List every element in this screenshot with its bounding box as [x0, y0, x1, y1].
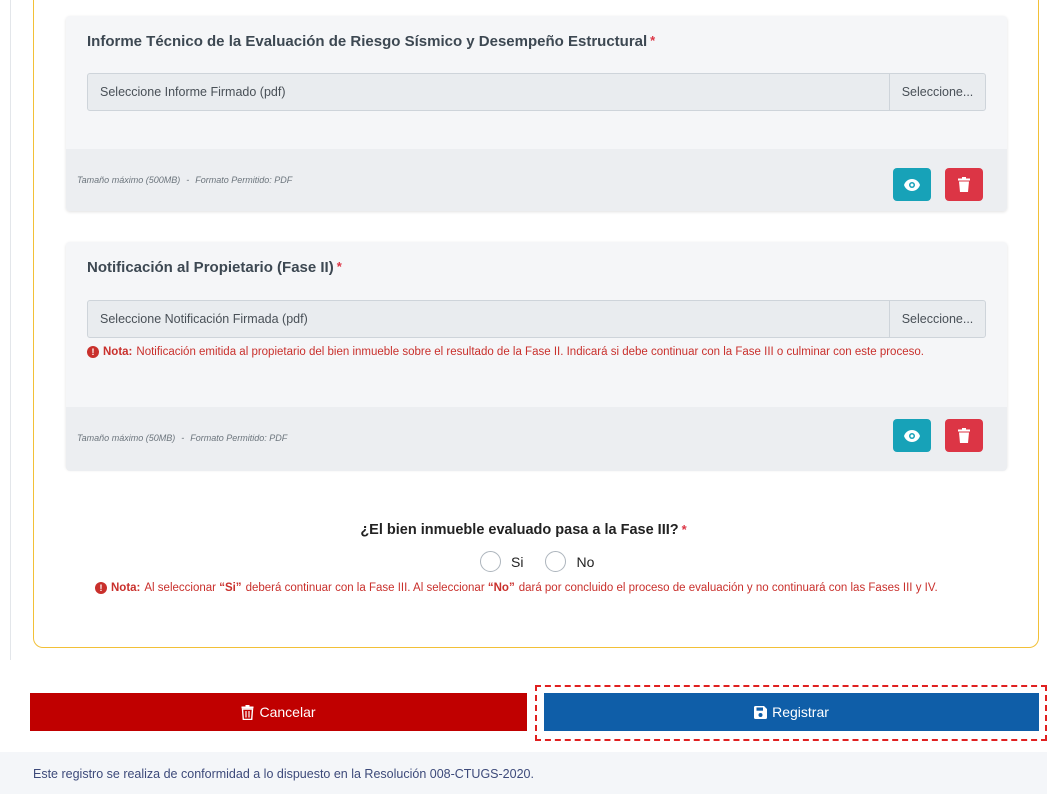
footer-bar: Este registro se realiza de conformidad … [0, 752, 1047, 794]
note-label: Nota: [103, 346, 133, 358]
eye-icon [904, 429, 920, 442]
notification-format: Formato Permitido: PDF [190, 433, 288, 443]
note-si: “Si” [219, 582, 242, 594]
report-upload-card: Informe Técnico de la Evaluación de Ries… [66, 16, 1007, 211]
notification-note: ! Nota: Notificación emitida al propietari… [87, 346, 924, 358]
notification-card-title-text: Notificación al Propietario (Fase II) [87, 259, 334, 276]
required-mark: * [650, 33, 656, 48]
phase-question: ¿El bien inmueble evaluado pasa a la Fas… [0, 522, 1047, 538]
notification-upload-card: Notificación al Propietario (Fase II) * S… [66, 242, 1007, 471]
cancel-button[interactable]: Cancelar [30, 693, 527, 731]
register-button[interactable]: Registrar [544, 693, 1039, 731]
note-part3: dará por concluido el proceso de evaluac… [518, 582, 938, 594]
report-view-button[interactable] [893, 168, 931, 201]
report-max-size: Tamaño máximo (500MB) [77, 175, 181, 185]
notification-delete-button[interactable] [945, 419, 983, 452]
note-no: “No” [487, 582, 515, 594]
report-card-title-text: Informe Técnico de la Evaluación de Ries… [87, 33, 648, 50]
footer-text: Este registro se realiza de conformidad … [33, 767, 534, 781]
trash-outline-icon [241, 704, 254, 720]
report-format: Formato Permitido: PDF [195, 175, 293, 185]
report-file-limits: Tamaño máximo (500MB) - Formato Permitido:… [77, 175, 292, 185]
notification-card-title: Notificación al Propietario (Fase II) * [87, 259, 342, 276]
radio-no[interactable]: No [545, 551, 594, 572]
radio-si[interactable]: Si [480, 551, 523, 572]
trash-icon [958, 428, 970, 443]
register-button-label: Registrar [772, 704, 829, 720]
radio-si-label: Si [511, 553, 524, 570]
eye-icon [904, 178, 920, 191]
radio-no-label: No [576, 553, 595, 570]
report-delete-button[interactable] [945, 168, 983, 201]
report-browse-button[interactable]: Seleccione... [889, 74, 985, 110]
notification-view-button[interactable] [893, 419, 931, 452]
cancel-button-label: Cancelar [259, 704, 316, 720]
notification-max-size: Tamaño máximo (50MB) [77, 433, 176, 443]
required-mark: * [336, 259, 342, 274]
report-file-input[interactable]: Seleccione Informe Firmado (pdf) Selecci… [87, 73, 986, 111]
phase-radio-group: Si No [480, 551, 616, 572]
notification-card-footer: Tamaño máximo (50MB) - Formato Permitido: … [66, 407, 1007, 471]
report-card-title: Informe Técnico de la Evaluación de Ries… [87, 33, 655, 50]
save-icon [754, 705, 768, 719]
separator: - [186, 175, 190, 185]
note-text: Notificación emitida al propietario del … [136, 346, 924, 358]
phase-note: ! Nota: Al seleccionar “Si” deberá contin… [95, 582, 938, 594]
left-divider [10, 0, 11, 660]
notification-file-input[interactable]: Seleccione Notificación Firmada (pdf) Se… [87, 300, 986, 338]
report-card-footer: Tamaño máximo (500MB) - Formato Permitido:… [66, 149, 1007, 211]
note-part2: deberá continuar con la Fase III. Al sel… [245, 582, 485, 594]
notification-browse-button[interactable]: Seleccione... [889, 301, 985, 337]
phase-question-text: ¿El bien inmueble evaluado pasa a la Fas… [360, 522, 679, 538]
notification-file-placeholder: Seleccione Notificación Firmada (pdf) [100, 312, 308, 326]
radio-no-circle[interactable] [545, 551, 567, 572]
info-icon: ! [95, 582, 107, 594]
info-icon: ! [87, 346, 99, 358]
note-label: Nota: [111, 582, 141, 594]
trash-icon [958, 177, 970, 192]
note-part1: Al seleccionar [144, 582, 216, 594]
required-mark: * [681, 522, 687, 537]
notification-file-limits: Tamaño máximo (50MB) - Formato Permitido: … [77, 433, 287, 443]
separator: - [181, 433, 185, 443]
radio-si-circle[interactable] [480, 551, 501, 572]
report-file-placeholder: Seleccione Informe Firmado (pdf) [100, 85, 286, 99]
